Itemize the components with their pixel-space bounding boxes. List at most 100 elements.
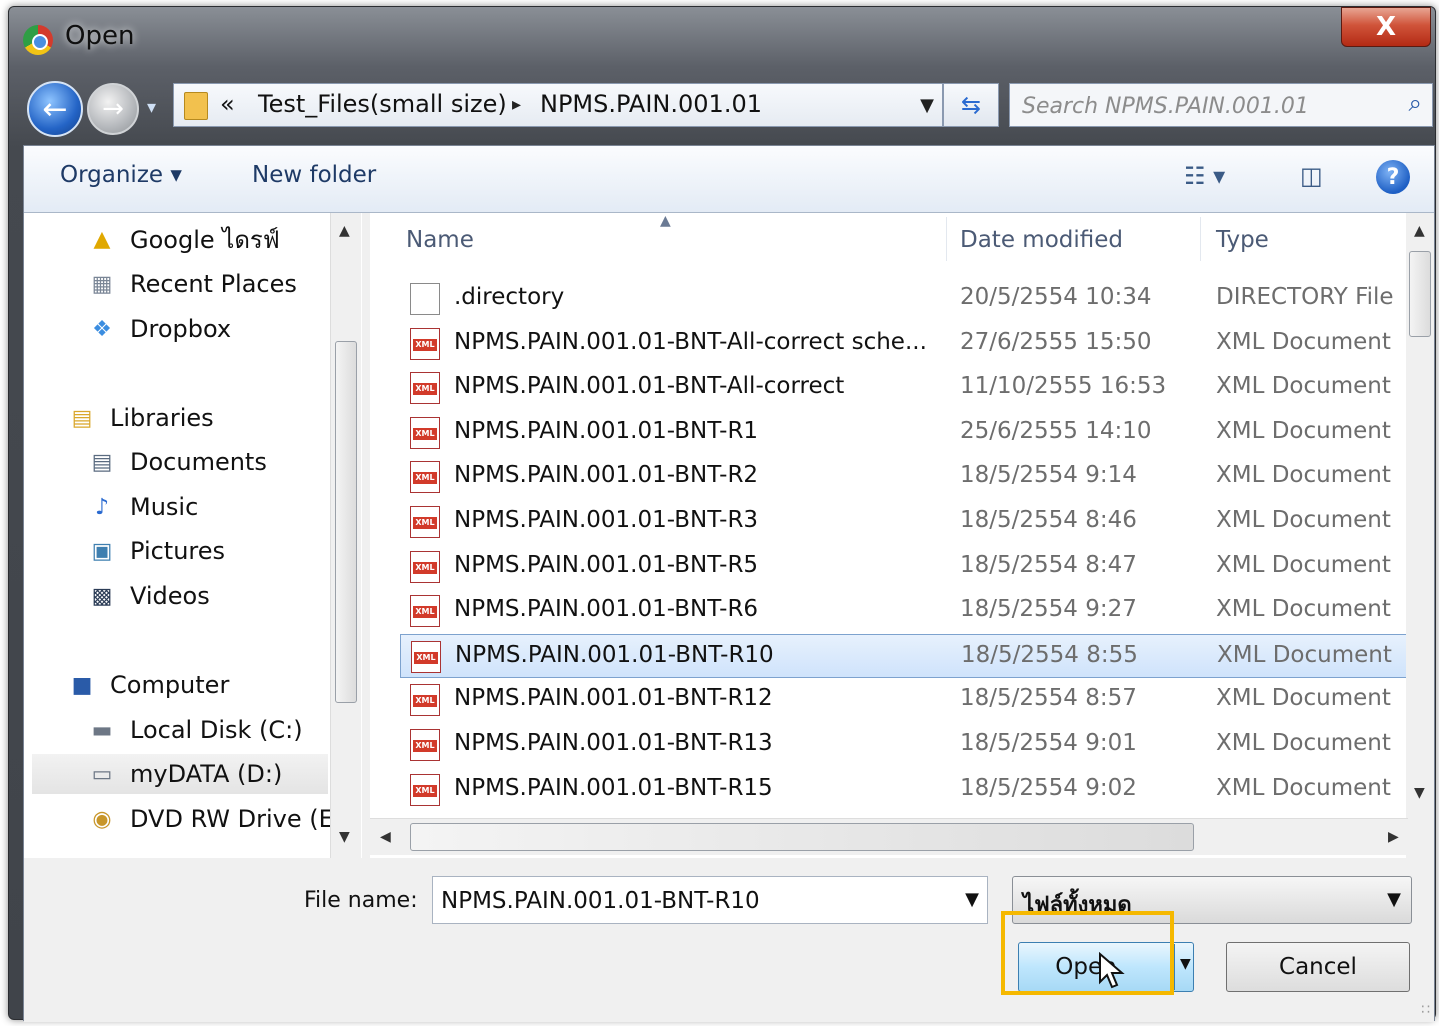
open-dialog: Open X ← → ▾ « Test_Files(small size) ▸ … [8,6,1436,1022]
nav-item-local-disk[interactable]: ▬ Local Disk (C:) [88,710,303,750]
file-name-dropdown-icon[interactable]: ▼ [965,889,979,910]
dropbox-icon: ❖ [92,316,112,342]
address-bar[interactable]: « Test_Files(small size) ▸ NPMS.PAIN.001… [173,83,943,127]
scroll-up-icon[interactable]: ▲ [339,223,350,239]
nav-scroll-thumb[interactable] [335,341,357,703]
scroll-up-icon[interactable]: ▲ [1414,223,1425,239]
file-row[interactable]: NPMS.PAIN.001.01-BNT-R12 18/5/2554 8:57 XM… [400,678,1408,722]
nav-item-dvd-drive[interactable]: ◉ DVD RW Drive (E: [88,799,341,839]
close-button[interactable]: X [1341,7,1431,47]
file-name-input[interactable] [439,883,943,919]
open-split-divider [1174,944,1175,990]
nav-item-dropbox[interactable]: ❖ Dropbox [88,309,231,349]
documents-icon: ▤ [91,449,113,475]
horizontal-scrollbar[interactable]: ◀ ▶ [370,818,1408,855]
scroll-left-icon[interactable]: ◀ [380,829,391,845]
nav-item-recent-places[interactable]: ▦ Recent Places [88,264,297,304]
local-disk-icon: ▬ [91,717,113,743]
nav-item-google-drive[interactable]: ▲ Google ไดรฟ์ [88,219,280,259]
file-row[interactable]: NPMS.PAIN.001.01-BNT-R13 18/5/2554 9:01 XM… [400,723,1408,767]
help-icon[interactable]: ? [1376,160,1410,194]
nav-pane-scrollbar[interactable]: ▲ ▼ [330,213,361,858]
file-name-cell: NPMS.PAIN.001.01-BNT-R13 [454,730,773,756]
open-options-dropdown-icon[interactable]: ▼ [1180,956,1191,972]
file-row[interactable]: NPMS.PAIN.001.01-BNT-R2 18/5/2554 9:14 XML… [400,455,1408,499]
file-type-cell: XML Document [1216,373,1391,400]
xml-file-icon [410,550,440,583]
file-row[interactable]: NPMS.PAIN.001.01-BNT-All-correct sche...… [400,322,1408,366]
file-type-select[interactable]: ไฟล์ทั้งหมด ▼ [1012,876,1412,924]
recent-pages-dropdown[interactable]: ▾ [147,97,156,118]
xml-file-icon [410,684,440,717]
refresh-icon: ⇆ [960,91,982,119]
music-icon: ♪ [94,494,110,520]
xml-file-icon [411,640,441,673]
breadcrumb-test-files[interactable]: Test_Files(small size) [258,90,507,118]
file-date-cell: 18/5/2554 8:55 [961,641,1138,668]
file-row[interactable]: NPMS.PAIN.001.01-BNT-All-correct 11/10/25… [400,366,1408,410]
file-name-cell: NPMS.PAIN.001.01-BNT-R10 [455,641,774,668]
xml-file-icon [410,729,440,761]
folder-icon [184,92,208,120]
file-scroll-thumb[interactable] [1409,251,1431,337]
view-options-icon[interactable]: ☷ ▾ [1184,162,1225,190]
scroll-down-icon[interactable]: ▼ [1414,785,1425,801]
back-button[interactable]: ← [27,81,83,137]
resize-grip-icon[interactable]: ∷ [1421,1002,1430,1018]
breadcrumb-overflow[interactable]: « [220,90,235,118]
nav-item-videos[interactable]: ▩ Videos [88,576,210,616]
file-row[interactable]: NPMS.PAIN.001.01-BNT-R15 18/5/2554 9:02 XM… [400,768,1408,812]
file-list-pane: ▲ Name Date modified Type .directory 20/5… [370,213,1434,858]
command-toolbar: Organize ▾ New folder ☷ ▾ ◫ ? [24,146,1434,213]
nav-item-mydata[interactable]: ▭ myDATA (D:) [32,754,328,794]
nav-item-computer[interactable]: ■ Computer [68,665,230,705]
sort-ascending-icon: ▲ [660,213,671,229]
videos-icon: ▩ [91,583,113,609]
chrome-icon [23,25,53,55]
column-header-type[interactable]: Type [1216,227,1269,253]
address-dropdown-icon[interactable]: ▼ [920,95,934,116]
scroll-down-icon[interactable]: ▼ [339,829,350,845]
file-date-cell: 11/10/2555 16:53 [960,373,1167,400]
file-row[interactable]: NPMS.PAIN.001.01-BNT-R3 18/5/2554 8:46 XML… [400,500,1408,544]
file-name-combobox: ▼ [432,876,988,924]
scroll-right-icon[interactable]: ▶ [1388,829,1399,845]
column-divider[interactable] [1200,217,1201,261]
file-row[interactable]: NPMS.PAIN.001.01-BNT-R5 18/5/2554 8:47 XML… [400,545,1408,589]
breadcrumb-npms-folder[interactable]: NPMS.PAIN.001.01 [540,90,762,118]
column-header-name[interactable]: Name [406,227,474,253]
horizontal-scroll-thumb[interactable] [410,823,1194,851]
file-row[interactable]: .directory 20/5/2554 10:34 DIRECTORY File [400,277,1408,321]
nav-item-pictures[interactable]: ▣ Pictures [88,531,225,571]
file-date-cell: 18/5/2554 9:02 [960,774,1137,801]
file-name-cell: NPMS.PAIN.001.01-BNT-R15 [454,774,773,801]
file-date-cell: 18/5/2554 9:01 [960,730,1137,756]
cancel-button[interactable]: Cancel [1226,942,1410,992]
xml-file-icon [410,461,440,494]
column-header-date[interactable]: Date modified [960,227,1123,253]
new-folder-button[interactable]: New folder [252,162,376,188]
organize-button[interactable]: Organize ▾ [60,162,182,188]
file-row[interactable]: NPMS.PAIN.001.01-BNT-R10 18/5/2554 8:55 XM… [400,633,1408,678]
file-row[interactable]: NPMS.PAIN.001.01-BNT-R6 18/5/2554 9:27 XML… [400,589,1408,633]
column-divider[interactable] [946,217,947,261]
breadcrumb-separator-icon[interactable]: ▸ [512,94,521,115]
xml-file-icon [410,595,440,628]
blank-file-icon [410,283,440,315]
file-list-scrollbar[interactable]: ▲ ▼ [1406,213,1434,858]
refresh-button[interactable]: ⇆ [943,83,999,127]
preview-pane-icon[interactable]: ◫ [1300,162,1323,190]
search-icon[interactable]: ⌕ [1409,89,1422,117]
file-row[interactable]: NPMS.PAIN.001.01-BNT-R1 25/6/2555 14:10 XM… [400,411,1408,455]
file-type-cell: XML Document [1216,328,1391,355]
file-type-cell: DIRECTORY File [1216,284,1394,310]
nav-item-music[interactable]: ♪ Music [88,487,198,527]
nav-item-documents[interactable]: ▤ Documents [88,442,267,482]
xml-file-icon [410,506,440,538]
forward-button[interactable]: → [87,83,139,135]
file-name-cell: NPMS.PAIN.001.01-BNT-R2 [454,462,759,489]
title-bar[interactable]: Open X [9,7,1435,69]
nav-item-libraries[interactable]: ▤ Libraries [68,398,214,438]
search-input[interactable] [1020,89,1384,123]
xml-file-icon [410,327,440,360]
